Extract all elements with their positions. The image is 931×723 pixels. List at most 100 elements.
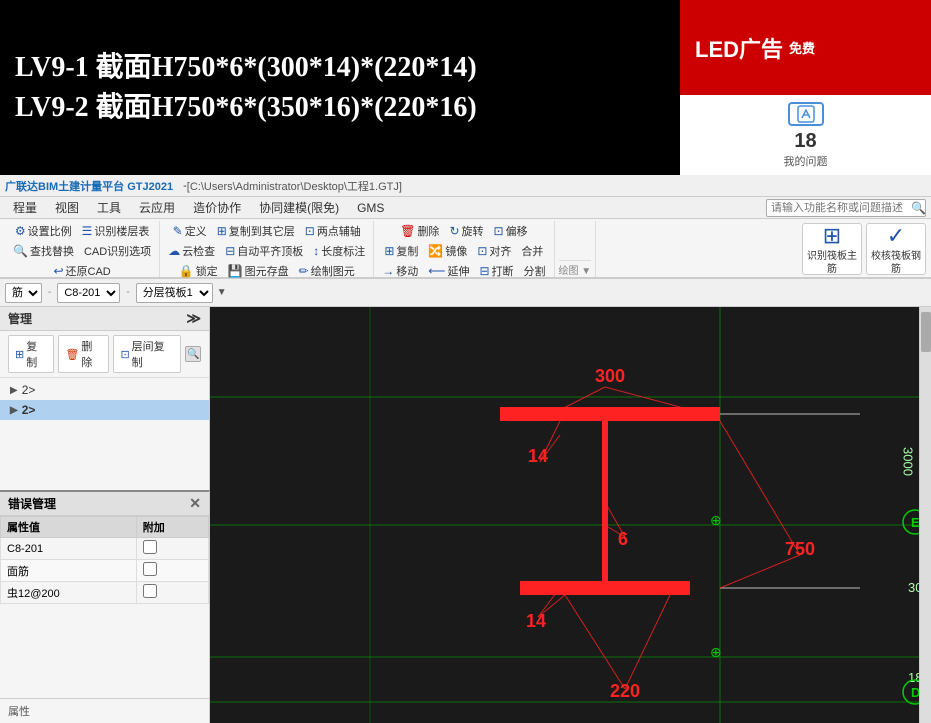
- btn-merge[interactable]: 合并: [517, 241, 547, 261]
- btn-draw-elem[interactable]: ✏绘制图元: [295, 261, 359, 281]
- btn-move[interactable]: →移动: [378, 261, 422, 281]
- toolbar2: 筋 - C8-201 - 分层筏板1 ▼: [0, 279, 931, 307]
- btn-identify-raft-main[interactable]: ⊞ 识别筏板主筋: [802, 223, 862, 275]
- btn-identify-floor[interactable]: ☰识别楼层表: [78, 221, 154, 241]
- toolbar-row3: 🔒锁定 💾图元存盘 ✏绘制图元: [175, 261, 359, 281]
- mirror-icon: 🔀: [428, 244, 443, 258]
- ad-top-text: LED广告 免费: [680, 0, 931, 95]
- btn-set-scale[interactable]: ⚙设置比例: [11, 221, 76, 241]
- menu-zaojia[interactable]: 造价协作: [185, 197, 249, 218]
- toolbar-group-xiugai: 🗑删除 ↻旋转 ⊡偏移 ⊞复制 🔀镜像 ⊡对齐 合并 →移动 ⟵延伸 ⊟打断 分…: [374, 221, 554, 277]
- cloud-icon: ☁: [168, 244, 180, 258]
- floor-icon: ☰: [82, 224, 93, 238]
- restore-icon: ↩: [53, 264, 63, 278]
- btn-verify-raft-rebar[interactable]: ✓ 校核筏板钢筋: [866, 223, 926, 275]
- prop-extra-3: [136, 582, 208, 604]
- btn-define[interactable]: ✎定义: [169, 221, 211, 241]
- col-prop: 属性值: [1, 517, 137, 538]
- menu-yunyingyong[interactable]: 云应用: [131, 197, 183, 218]
- ad-bottom: 18 我的问题: [680, 95, 931, 175]
- vertical-scrollbar[interactable]: [919, 307, 931, 723]
- section-title-line2: LV9-2 截面H750*6*(350*16)*(220*16): [15, 88, 665, 127]
- btn-extend[interactable]: ⟵延伸: [424, 261, 473, 281]
- btn-save-elem[interactable]: 💾图元存盘: [224, 261, 293, 281]
- btn-offset[interactable]: ⊡偏移: [490, 221, 532, 241]
- panel-expand-btn[interactable]: ≫: [186, 310, 201, 327]
- ad-count: 18: [794, 130, 816, 153]
- btn-split[interactable]: 分割: [520, 261, 550, 281]
- extra-checkbox-3[interactable]: [143, 584, 157, 598]
- btn-panel-delete[interactable]: 🗑 删除: [58, 335, 109, 373]
- find-icon: 🔍: [13, 244, 28, 258]
- layercopy-sm-icon: ⊡: [120, 348, 129, 361]
- btn-auto-align[interactable]: ⊟自动平齐顶板: [221, 241, 307, 261]
- btn-align[interactable]: ⊡对齐: [473, 241, 515, 261]
- search-input[interactable]: [771, 202, 911, 214]
- btn-cad-options[interactable]: CAD识别选项: [80, 241, 155, 261]
- btn-mirror[interactable]: 🔀镜像: [424, 241, 471, 261]
- svg-text:750: 750: [785, 539, 815, 559]
- file-path: [C:\Users\Administrator\Desktop\工程1.GTJ]: [187, 178, 402, 194]
- table-row: C8-201: [1, 538, 209, 560]
- btn-find-replace[interactable]: 🔍查找替换: [9, 241, 78, 261]
- table-row: 面筋: [1, 560, 209, 582]
- extra-checkbox-1[interactable]: [143, 540, 157, 554]
- btn-rotate[interactable]: ↻旋转: [445, 221, 487, 241]
- svg-text:300: 300: [595, 366, 625, 386]
- btn-two-point[interactable]: ⊡两点辅轴: [301, 221, 365, 241]
- toolbar-group-tuzhicaozuo: ⚙设置比例 ☰识别楼层表 🔍查找替换 CAD识别选项 ↩还原CAD 图纸操作 ▼: [5, 221, 160, 277]
- search-box[interactable]: 🔍: [766, 199, 926, 217]
- rebar-type-select[interactable]: 筋: [5, 283, 42, 303]
- menu-chengliang[interactable]: 程量: [5, 197, 45, 218]
- ad-icon: [788, 102, 824, 126]
- scrollbar-thumb[interactable]: [921, 312, 931, 352]
- btn-restore-cad[interactable]: ↩还原CAD: [49, 261, 114, 281]
- btn-copy[interactable]: ⊞复制: [380, 241, 422, 261]
- prop-val-1: C8-201: [1, 538, 137, 560]
- btn-break[interactable]: ⊟打断: [475, 261, 517, 281]
- toolbar-group-huitu: 绘图 ▼: [555, 221, 597, 277]
- align2-icon: ⊡: [477, 244, 487, 258]
- btn-delete[interactable]: 🗑删除: [396, 221, 443, 241]
- svg-text:14: 14: [528, 446, 548, 466]
- panel-item-1[interactable]: ▶ 2>: [0, 380, 209, 400]
- close-panel-btn[interactable]: ✕: [189, 495, 201, 512]
- prop-extra-1: [136, 538, 208, 560]
- panel-footer-label: 属性: [0, 698, 209, 723]
- lock-icon: 🔒: [179, 264, 194, 278]
- menu-gms[interactable]: GMS: [349, 199, 392, 217]
- panel-search-btn[interactable]: 🔍: [185, 346, 201, 362]
- extend-icon: ⟵: [428, 264, 445, 278]
- draw-icon: ✏: [299, 264, 309, 278]
- bottom-panel-title: 错误管理: [8, 495, 56, 512]
- right-ad-panel: LED广告 免费 18 我的问题: [680, 0, 931, 175]
- toolbar-row1: ⚙设置比例 ☰识别楼层表: [11, 221, 154, 241]
- raft-main-icon: ⊞: [823, 222, 841, 251]
- btn-panel-copy[interactable]: ⊞ 复制: [8, 335, 54, 373]
- extra-checkbox-2[interactable]: [143, 562, 157, 576]
- btn-panel-layer-copy[interactable]: ⊡ 层间复制: [113, 335, 181, 373]
- move-icon: →: [382, 264, 394, 278]
- rebar-code-select[interactable]: C8-201: [57, 283, 120, 303]
- menu-shitu[interactable]: 视图: [47, 197, 87, 218]
- btn-copy-layer[interactable]: ⊞复制到其它层: [213, 221, 299, 241]
- btn-cloud-check[interactable]: ☁云检查: [164, 241, 219, 261]
- toolbar-row3: →移动 ⟵延伸 ⊟打断 分割: [378, 261, 549, 281]
- panel-item-2[interactable]: ▶ 2>: [0, 400, 209, 420]
- arrow-1: ▶: [10, 385, 18, 396]
- app-name: 广联达BIM土建计量平台 GTJ2021: [5, 178, 173, 194]
- menu-xietong[interactable]: 协同建模(限免): [251, 197, 347, 218]
- toolbar: ⚙设置比例 ☰识别楼层表 🔍查找替换 CAD识别选项 ↩还原CAD 图纸操作 ▼…: [0, 219, 931, 279]
- separator2: -: [126, 287, 129, 298]
- canvas-svg: 300 14 6 750 14 220 3000 3000 18000 E D …: [210, 307, 931, 723]
- layer-select[interactable]: 分层筏板1: [136, 283, 213, 303]
- toolbar-row3: ↩还原CAD: [49, 261, 114, 281]
- btn-lock[interactable]: 🔒锁定: [175, 261, 222, 281]
- break-icon: ⊟: [479, 264, 489, 278]
- menu-gongju[interactable]: 工具: [89, 197, 129, 218]
- align-icon: ⊟: [225, 244, 235, 258]
- copy-sm-icon: ⊞: [15, 348, 24, 361]
- btn-length-mark[interactable]: ↕长度标注: [309, 241, 369, 261]
- svg-text:3000: 3000: [901, 447, 916, 476]
- prop-extra-2: [136, 560, 208, 582]
